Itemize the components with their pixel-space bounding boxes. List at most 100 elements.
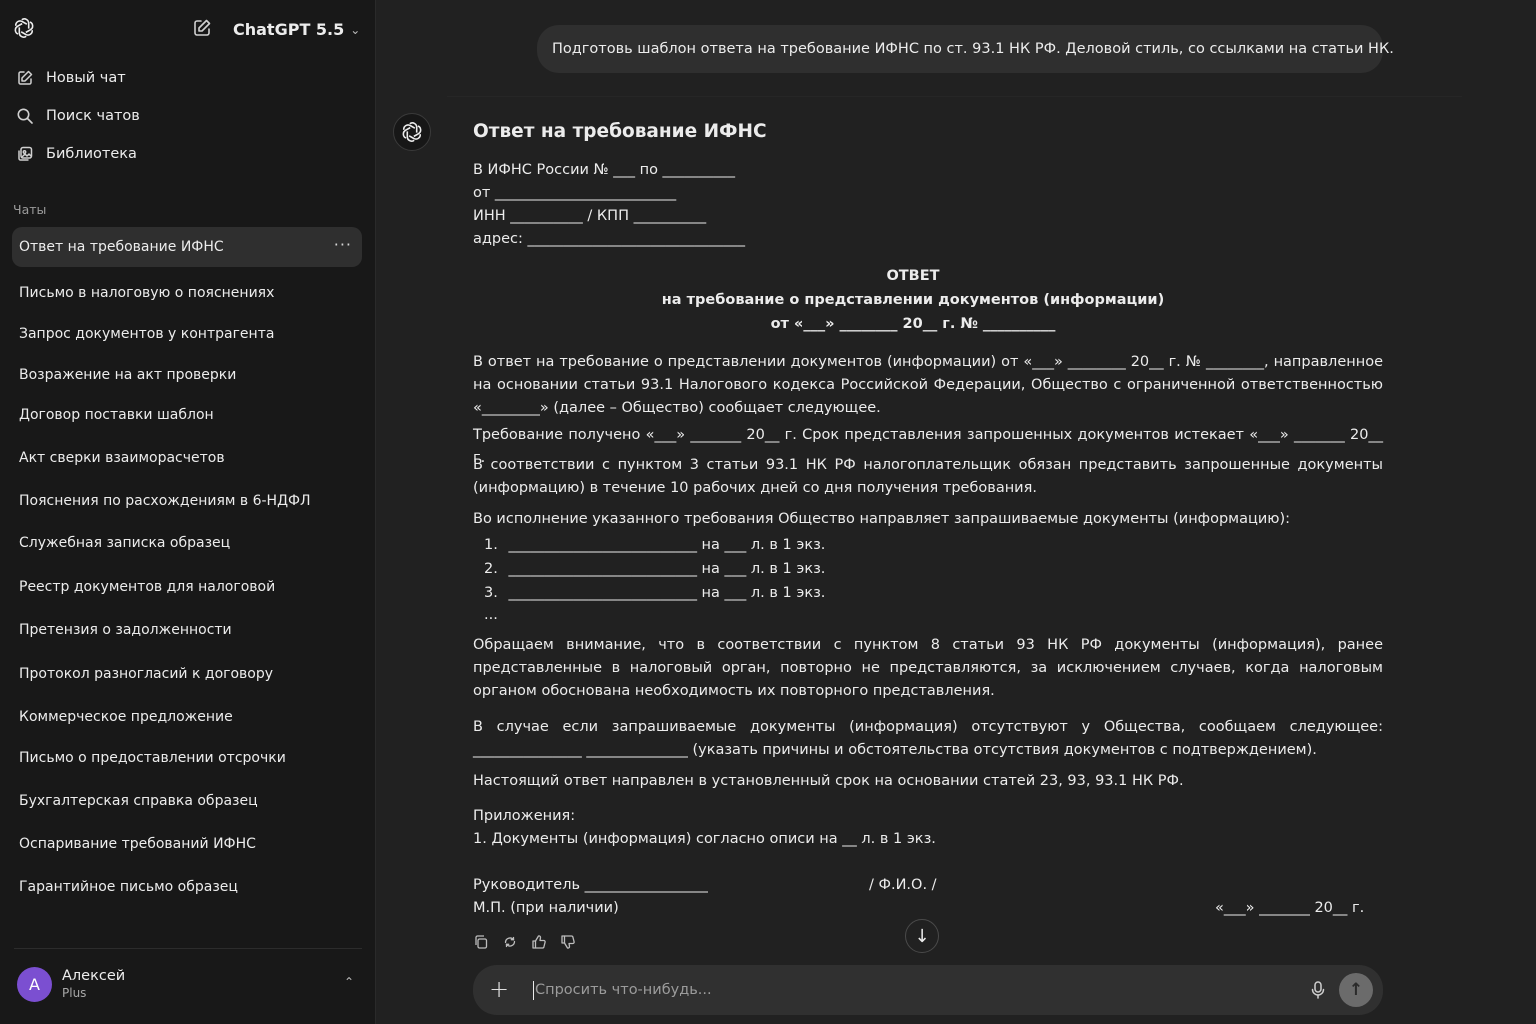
conversation-area: Подготовь шаблон ответа на требование ИФ… <box>377 0 1536 1024</box>
library-label: Библиотека <box>46 146 137 162</box>
openai-logo-icon <box>402 122 422 142</box>
chat-item[interactable]: Претензия о задолженности <box>12 610 362 650</box>
header-line-ifns: В ИФНС России № ___ по __________ <box>473 162 736 178</box>
user-plan: Plus <box>62 986 87 1000</box>
chat-item-label: Служебная записка образец <box>19 535 231 551</box>
chevron-down-icon: ⌄ <box>350 23 361 37</box>
prompt-input[interactable] <box>535 977 1295 1003</box>
scroll-down-button[interactable]: ↓ <box>905 919 939 953</box>
list-item-number: 3. <box>484 585 498 601</box>
list-item-text: __________________________ на ___ л. в 1… <box>508 585 826 601</box>
search-chats-label: Поиск чатов <box>46 108 140 124</box>
chat-item-label: Договор поставки шаблон <box>19 407 214 423</box>
message-actions <box>473 934 576 950</box>
text-cursor <box>533 981 534 1000</box>
chat-item[interactable]: Служебная записка образец <box>12 523 362 563</box>
model-selector[interactable]: ChatGPT 5.5 ⌄ <box>233 16 360 42</box>
signature-date: «___» _______ 20__ г. <box>1215 900 1365 916</box>
share-icon[interactable] <box>502 934 518 950</box>
list-item-number: 2. <box>484 561 498 577</box>
search-icon <box>17 108 33 124</box>
chat-item[interactable]: Письмо в налоговую о пояснениях <box>12 273 362 313</box>
chat-item-label: Пояснения по расхождениям в 6-НДФЛ <box>19 493 311 509</box>
new-chat-button[interactable]: Новый чат <box>12 61 362 95</box>
list-item: 3. __________________________ на ___ л. … <box>484 585 825 601</box>
chat-item[interactable]: Оспаривание требований ИФНС <box>12 824 362 864</box>
library-icon <box>18 146 33 161</box>
chevron-up-icon: ⌃ <box>343 975 354 989</box>
doc-heading-date: от «___» ________ 20__ г. № __________ <box>770 316 1056 332</box>
chat-item[interactable]: Протокол разногласий к договору <box>12 654 362 694</box>
chat-item-label: Протокол разногласий к договору <box>19 666 274 682</box>
chat-item[interactable]: Коммерческое предложение <box>12 697 362 737</box>
chat-item-label: Письмо о предоставлении отсрочки <box>19 750 286 766</box>
chat-item-label: Письмо в налоговую о пояснениях <box>19 285 275 301</box>
list-ellipsis: ... <box>484 607 498 623</box>
document-title: Ответ на требование ИФНС <box>473 121 767 142</box>
arrow-down-icon: ↓ <box>914 925 930 947</box>
sidebar-divider <box>14 948 362 949</box>
more-options-icon[interactable]: ··· <box>334 235 352 254</box>
user-name: Алексей <box>62 968 126 984</box>
user-info: Алексей Plus <box>62 967 125 1001</box>
assistant-avatar <box>393 113 431 151</box>
search-chats-button[interactable]: Поиск чатов <box>12 99 362 133</box>
chat-item-label: Акт сверки взаиморасчетов <box>19 450 225 466</box>
user-message: Подготовь шаблон ответа на требование ИФ… <box>537 25 1394 73</box>
composer: + ↑ <box>473 965 1383 1015</box>
list-item-number: 1. <box>484 537 498 553</box>
doc-subheading: на требование о представлении документов… <box>661 292 1165 308</box>
sidebar: ChatGPT 5.5 ⌄ Новый чат Поиск чатов Библ… <box>0 0 376 1024</box>
list-item-text: __________________________ на ___ л. в 1… <box>508 561 826 577</box>
edit-icon <box>18 70 33 85</box>
thumbs-down-icon[interactable] <box>560 934 576 950</box>
chat-item-label: Претензия о задолженности <box>19 622 232 638</box>
model-name: ChatGPT 5.5 <box>233 19 345 39</box>
list-item-text: __________________________ на ___ л. в 1… <box>508 537 826 553</box>
chat-item-label: Ответ на требование ИФНС <box>19 239 224 255</box>
library-button[interactable]: Библиотека <box>12 137 362 171</box>
chats-section-title: Чаты <box>13 202 47 217</box>
header-line-address: адрес: ______________________________ <box>473 231 746 247</box>
chat-item[interactable]: Возражение на акт проверки <box>12 355 362 395</box>
chat-item-label: Коммерческое предложение <box>19 709 233 725</box>
paragraph-documents: Во исполнение указанного требования Обще… <box>473 511 1291 527</box>
chat-item[interactable]: Бухгалтерская справка образец <box>12 781 362 821</box>
chat-item[interactable]: Письмо о предоставлении отсрочки <box>12 738 362 778</box>
chat-item[interactable]: Акт сверки взаиморасчетов <box>12 438 362 478</box>
attachment-item: 1. Документы (информация) согласно описи… <box>473 831 936 847</box>
chat-item[interactable]: Договор поставки шаблон <box>12 395 362 435</box>
paragraph-intro: В ответ на требование о представлении до… <box>473 354 1383 416</box>
signer-fio: / Ф.И.О. / <box>869 877 937 893</box>
copy-icon[interactable] <box>473 934 489 950</box>
chat-item-label: Запрос документов у контрагента <box>19 326 275 342</box>
paragraph-deadline: В соответствии с пунктом 3 статьи 93.1 Н… <box>473 457 1383 496</box>
chat-item-label: Возражение на акт проверки <box>19 367 237 383</box>
arrow-up-icon: ↑ <box>1348 980 1364 1000</box>
chat-item[interactable]: Гарантийное письмо образец <box>12 867 362 907</box>
paragraph-attention: Обращаем внимание, что в соответствии с … <box>473 637 1383 699</box>
send-button[interactable]: ↑ <box>1339 973 1373 1007</box>
doc-heading: ОТВЕТ <box>886 268 940 284</box>
chat-item[interactable]: Реестр документов для налоговой <box>12 567 362 607</box>
add-attachment-icon[interactable]: + <box>489 977 509 1001</box>
openai-logo-icon[interactable] <box>12 16 36 40</box>
chat-item[interactable]: Пояснения по расхождениям в 6-НДФЛ <box>12 481 362 521</box>
avatar: A <box>17 966 52 1002</box>
list-item: 1. __________________________ на ___ л. … <box>484 537 825 553</box>
microphone-icon[interactable] <box>1309 980 1327 1000</box>
header-line-from: от _________________________ <box>473 185 677 201</box>
chat-item-label: Бухгалтерская справка образец <box>19 793 258 809</box>
thumbs-up-icon[interactable] <box>531 934 547 950</box>
user-menu[interactable]: A Алексей Plus ⌃ <box>12 958 362 1010</box>
chat-item-label: Реестр документов для налоговой <box>19 579 276 595</box>
chat-item[interactable]: Запрос документов у контрагента <box>12 314 362 354</box>
signer-line: Руководитель _________________ <box>473 877 708 893</box>
new-chat-label: Новый чат <box>46 70 126 86</box>
chat-item-label: Гарантийное письмо образец <box>19 879 238 895</box>
header-line-inn: ИНН __________ / КПП __________ <box>473 208 707 224</box>
new-chat-icon[interactable] <box>191 17 213 39</box>
message-divider <box>447 96 1462 97</box>
paragraph-missing: В случае если запрашиваемые документы (и… <box>473 719 1383 758</box>
chat-item-active[interactable]: Ответ на требование ИФНС ··· <box>12 227 362 267</box>
